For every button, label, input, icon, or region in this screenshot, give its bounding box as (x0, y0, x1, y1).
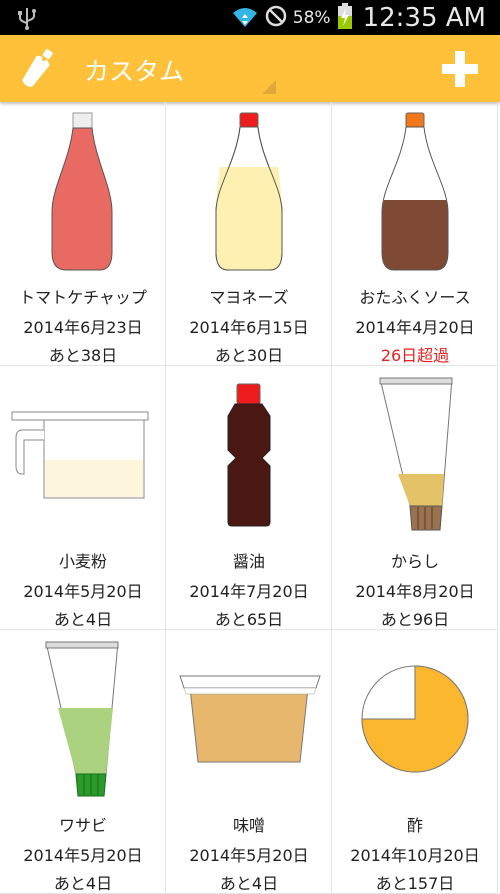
item-name: 味噌 (232, 816, 265, 835)
item-remaining: あと30日 (214, 346, 284, 365)
grid-item[interactable]: ワサビ 2014年5月20日 あと4日 (0, 630, 166, 894)
grid-item[interactable]: 酢 2014年10月20日 あと157日 (332, 630, 498, 894)
item-date: 2014年6月23日 (23, 318, 143, 337)
grid-item[interactable]: 小麦粉 2014年5月20日 あと4日 (0, 366, 166, 630)
item-date: 2014年4月20日 (355, 318, 475, 337)
item-remaining: あと4日 (53, 874, 113, 893)
item-name: 酢 (406, 816, 423, 835)
item-name: 醤油 (232, 552, 265, 571)
wasabi-tube-icon (45, 641, 119, 797)
sauce-bottle-icon (381, 112, 449, 271)
miso-container-icon (179, 675, 321, 763)
item-name: ワサビ (58, 816, 107, 835)
ketchup-bottle-icon (51, 112, 113, 271)
item-name: マヨネーズ (209, 288, 289, 307)
item-date: 2014年5月20日 (23, 846, 143, 865)
item-remaining: あと38日 (48, 346, 118, 365)
mayonnaise-bottle-icon (215, 112, 283, 271)
item-remaining: あと65日 (214, 610, 284, 629)
item-date: 2014年5月20日 (23, 582, 143, 601)
action-bar: カスタム (0, 35, 500, 102)
grid-item[interactable]: おたふくソース 2014年4月20日 26日超過 (332, 102, 498, 366)
item-date: 2014年6月15日 (189, 318, 309, 337)
wifi-icon (231, 4, 259, 32)
usb-icon (16, 6, 38, 34)
item-grid: トマトケチャップ 2014年6月23日 あと38日 マヨネーズ 2014年6月1… (0, 102, 500, 894)
soy-sauce-bottle-icon (227, 383, 271, 527)
mustard-tube-icon (379, 377, 453, 531)
battery-charging-icon (337, 3, 353, 33)
item-remaining: あと157日 (375, 874, 455, 893)
item-remaining: 26日超過 (380, 346, 450, 365)
item-name: 小麦粉 (58, 552, 107, 571)
item-date: 2014年7月20日 (189, 582, 309, 601)
item-remaining: あと4日 (219, 874, 279, 893)
status-bar: 58% 12:35 AM (0, 0, 500, 35)
item-date: 2014年10月20日 (350, 846, 480, 865)
no-signal-icon (265, 5, 287, 31)
item-remaining: あと4日 (53, 610, 113, 629)
grid-item[interactable]: トマトケチャップ 2014年6月23日 あと38日 (0, 102, 166, 366)
battery-percent: 58% (292, 8, 331, 28)
add-icon[interactable] (440, 49, 480, 89)
item-name: おたふくソース (359, 288, 471, 307)
page-title[interactable]: カスタム (84, 52, 184, 88)
item-name: からし (390, 552, 439, 571)
item-name: トマトケチャップ (19, 288, 147, 307)
grid-item[interactable]: からし 2014年8月20日 あと96日 (332, 366, 498, 630)
item-date: 2014年5月20日 (189, 846, 309, 865)
clock: 12:35 AM (362, 3, 486, 33)
vinegar-pie-icon (361, 665, 469, 773)
grid-item[interactable]: 味噌 2014年5月20日 あと4日 (166, 630, 332, 894)
flour-container-icon (11, 411, 149, 499)
spinner-indicator (262, 80, 276, 94)
app-logo-icon[interactable] (20, 45, 56, 95)
item-remaining: あと96日 (380, 610, 450, 629)
grid-item[interactable]: 醤油 2014年7月20日 あと65日 (166, 366, 332, 630)
grid-item[interactable]: マヨネーズ 2014年6月15日 あと30日 (166, 102, 332, 366)
item-date: 2014年8月20日 (355, 582, 475, 601)
